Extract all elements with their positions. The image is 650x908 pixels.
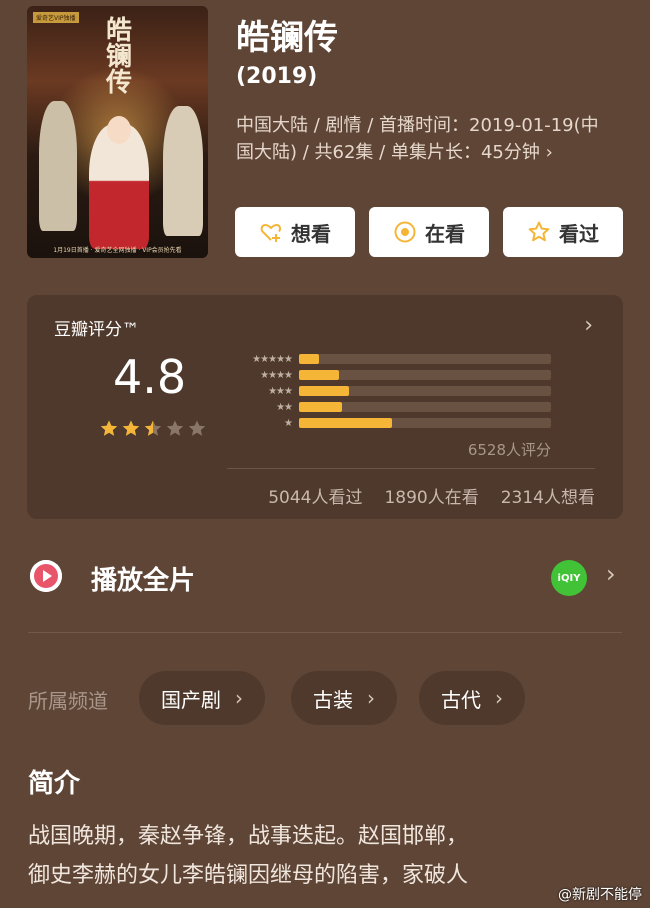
distribution-track	[299, 386, 551, 396]
tag-label: 古代	[441, 687, 481, 712]
star-icon	[100, 420, 118, 436]
heart-plus-icon	[260, 224, 282, 242]
channels-label: 所属频道	[28, 689, 108, 713]
tag-label: 国产剧	[161, 687, 221, 712]
poster-figure-right	[163, 106, 203, 236]
tag-label: 古装	[313, 687, 353, 712]
distribution-row: ★★★★	[227, 369, 551, 381]
chevron-right-icon: ›	[495, 686, 503, 710]
intro-title: 简介	[28, 769, 81, 799]
distribution-bar	[299, 354, 319, 364]
poster-face	[107, 116, 131, 144]
want-to-watch-button[interactable]: 想看	[235, 207, 355, 257]
play-chevron-right-icon[interactable]: ›	[606, 560, 616, 588]
movie-meta[interactable]: 中国大陆 / 剧情 / 首播时间：2019-01-19(中 国大陆) / 共62…	[236, 112, 626, 166]
watched-label: 看过	[559, 221, 599, 246]
watched-button[interactable]: 看过	[503, 207, 623, 257]
watching-label: 在看	[425, 221, 465, 246]
star-icon	[166, 420, 184, 436]
want-count[interactable]: 2314人想看	[501, 483, 595, 508]
star-icon	[122, 420, 140, 436]
distribution-stars-label: ★★★★★	[252, 353, 293, 365]
rating-stars	[99, 419, 207, 439]
distribution-row: ★	[227, 417, 551, 429]
iqiyi-logo-icon[interactable]: iQIY	[551, 560, 587, 596]
poster-image[interactable]: 爱奇艺VIP独播 皓镧传 1月19日首播 · 爱奇艺全网独播 · VIP会员抢先…	[27, 6, 208, 258]
chevron-right-icon: ›	[235, 686, 243, 710]
poster-badge: 爱奇艺VIP独播	[33, 12, 79, 23]
play-icon[interactable]	[30, 560, 62, 592]
distribution-bar	[299, 370, 339, 380]
channel-tag-domestic[interactable]: 国产剧 ›	[139, 671, 265, 725]
meta-line-2: 国大陆) / 共62集 / 单集片长：45分钟 ›	[236, 142, 553, 163]
watch-counts: 5044人看过 1890人在看 2314人想看	[268, 483, 595, 508]
watching-button[interactable]: 在看	[369, 207, 489, 257]
want-label: 想看	[291, 221, 331, 246]
star-icon	[144, 420, 162, 436]
star-icon	[188, 420, 206, 436]
divider	[227, 468, 595, 469]
watched-count[interactable]: 5044人看过	[268, 483, 362, 508]
intro-line-2: 御史李赫的女儿李皓镧因继母的陷害，家破人	[28, 863, 469, 888]
intro-text: 战国晚期，秦赵争锋，战事迭起。赵国邯郸， 御史李赫的女儿李皓镧因继母的陷害，家破…	[28, 817, 618, 895]
distribution-stars-label: ★★★★	[260, 369, 293, 381]
release-year: (2019)	[236, 64, 318, 89]
distribution-row: ★★★★★	[227, 353, 551, 365]
channel-tag-costume[interactable]: 古装 ›	[291, 671, 397, 725]
distribution-row: ★★★	[227, 385, 551, 397]
poster-figure-left	[39, 101, 77, 231]
distribution-track	[299, 402, 551, 412]
distribution-bar	[299, 402, 342, 412]
channel-tag-ancient[interactable]: 古代 ›	[419, 671, 525, 725]
meta-line-1: 中国大陆 / 剧情 / 首播时间：2019-01-19(中	[236, 115, 599, 136]
distribution-row: ★★	[227, 401, 551, 413]
section-divider	[28, 632, 622, 633]
distribution-stars-label: ★★★	[268, 385, 293, 397]
rating-total: 6528人评分	[467, 441, 551, 459]
intro-line-1: 战国晚期，秦赵争锋，战事迭起。赵国邯郸，	[28, 824, 469, 849]
distribution-track	[299, 418, 551, 428]
poster-caption: 1月19日首播 · 爱奇艺全网独播 · VIP会员抢先看	[53, 247, 182, 254]
rating-label: 豆瓣评分™	[54, 320, 139, 340]
page-title: 皓镧传	[236, 18, 338, 58]
distribution-bar	[299, 418, 392, 428]
chevron-right-icon: ›	[367, 686, 375, 710]
rating-score: 4.8	[113, 350, 187, 404]
rating-card[interactable]: 豆瓣评分™ › 4.8 ★★★★★ ★★★★ ★★★ ★★ ★ 6528人评分 5044…	[27, 295, 623, 519]
distribution-track	[299, 370, 551, 380]
star-outline-icon	[528, 221, 550, 242]
play-full-label[interactable]: 播放全片	[91, 560, 195, 597]
distribution-track	[299, 354, 551, 364]
poster-title: 皓镧传	[105, 16, 132, 98]
distribution-bar	[299, 386, 349, 396]
target-icon	[394, 221, 416, 243]
watching-count[interactable]: 1890人在看	[384, 483, 478, 508]
distribution-stars-label: ★	[284, 417, 293, 429]
watermark: @新剧不能停	[558, 887, 642, 903]
chevron-right-icon[interactable]: ›	[584, 313, 593, 338]
distribution-stars-label: ★★	[276, 401, 293, 413]
